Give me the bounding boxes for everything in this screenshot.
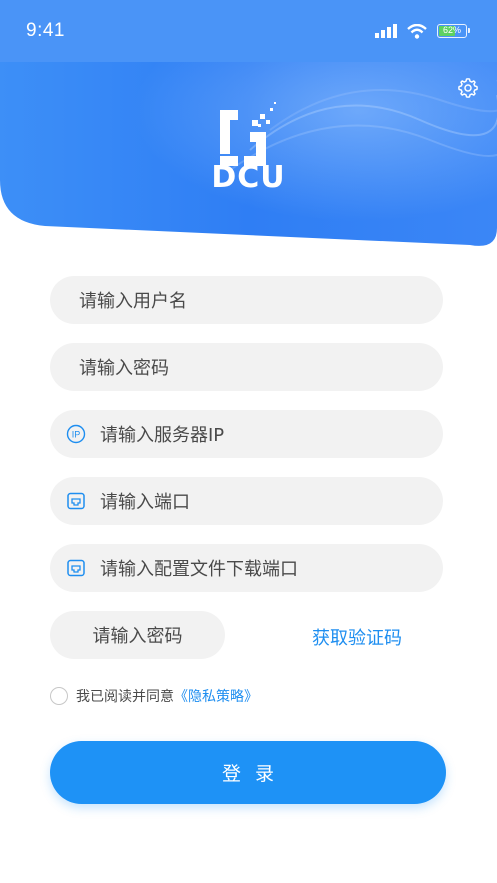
battery-percent: 62% [442,25,461,35]
header-banner: 9:41 62% DCU [0,0,497,250]
port-placeholder: 请输入端口 [100,492,190,513]
privacy-policy-link[interactable]: 《隐私策略》 [174,686,258,706]
verification-code-input[interactable]: 请输入密码 [50,611,225,659]
wifi-icon [407,23,427,39]
svg-text:IP: IP [72,430,81,440]
config-port-placeholder: 请输入配置文件下载端口 [100,559,298,580]
status-icons: 62% [375,23,470,39]
settings-gear-icon[interactable] [457,77,479,99]
status-bar: 9:41 62% [0,0,497,62]
port-input[interactable]: 请输入端口 [50,477,443,525]
agreement-checkbox[interactable] [50,687,68,705]
brand-name: DCU [211,160,286,195]
battery-icon: 62% [437,24,470,38]
username-input[interactable]: 请输入用户名 [50,276,443,324]
login-button[interactable]: 登录 [50,741,446,804]
server-ip-placeholder: 请输入服务器IP [100,425,225,446]
battery-cap [468,28,470,33]
status-time: 9:41 [26,20,65,41]
ip-icon: IP [66,424,86,444]
server-ip-input[interactable]: IP 请输入服务器IP [50,410,443,458]
username-placeholder: 请输入用户名 [79,291,187,312]
password-placeholder: 请输入密码 [79,358,169,379]
password-input[interactable]: 请输入密码 [50,343,443,391]
agreement-row: 我已阅读并同意 《隐私策略》 [50,686,258,706]
get-code-button[interactable]: 获取验证码 [312,624,402,650]
code-placeholder: 请输入密码 [92,626,183,647]
config-port-icon [66,558,86,578]
port-icon [66,491,86,511]
agreement-text: 我已阅读并同意 [76,689,174,705]
signal-icon [375,24,397,38]
config-port-input[interactable]: 请输入配置文件下载端口 [50,544,443,592]
